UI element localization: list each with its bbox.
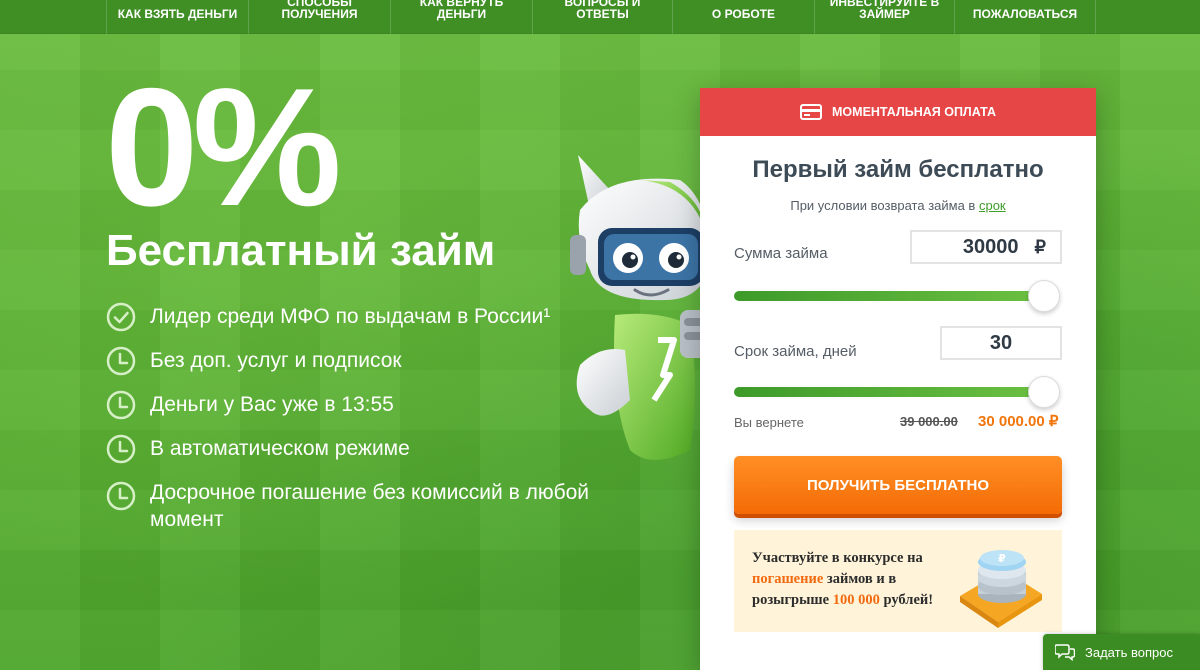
card-header-label: МОМЕНТАЛЬНАЯ ОПЛАТА [832, 105, 996, 119]
card-header: МОМЕНТАЛЬНАЯ ОПЛАТА [700, 88, 1096, 136]
clock-icon [106, 434, 136, 464]
feature-text: Деньги у Вас уже в 13:55 [150, 393, 394, 416]
loan-calculator-card: МОМЕНТАЛЬНАЯ ОПЛАТА Первый займ бесплатн… [700, 88, 1096, 670]
amount-slider-track[interactable] [734, 291, 1044, 301]
nav-item-about-robot[interactable]: О РОБОТЕ [672, 0, 814, 34]
amount-slider-handle[interactable] [1028, 280, 1060, 312]
subtitle-text: При условии возврата займа в [790, 198, 976, 213]
promo-highlight: 100 000 [832, 592, 880, 608]
amount-input[interactable]: 30000 ₽ [910, 230, 1062, 264]
top-navigation: КАК ВЗЯТЬ ДЕНЬГИ СПОСОБЫ ПОЛУЧЕНИЯ КАК В… [0, 0, 1200, 34]
amount-label: Сумма займа [734, 245, 828, 262]
promo-line: рублей! [879, 592, 934, 608]
nav-item-how-to-get-money[interactable]: КАК ВЗЯТЬ ДЕНЬГИ [106, 0, 248, 34]
promo-line: розыгрыше [752, 592, 833, 608]
feature-item: Без доп. услуг и подписок [106, 346, 626, 376]
currency-sign: ₽ [1034, 236, 1046, 257]
nav-item-faq[interactable]: ВОПРОСЫ И ОТВЕТЫ [532, 0, 672, 34]
feature-item: Деньги у Вас уже в 13:55 [106, 390, 626, 420]
return-old-amount: 39 000.00 [900, 414, 958, 429]
get-free-loan-button[interactable]: ПОЛУЧИТЬ БЕСПЛАТНО [734, 456, 1062, 514]
return-label: Вы вернете [734, 415, 804, 430]
term-slider-handle[interactable] [1028, 376, 1060, 408]
chat-bubbles-icon [1055, 644, 1075, 661]
promo-banner[interactable]: Участвуйте в конкурсе на погашение займо… [734, 530, 1062, 632]
feature-text: Без доп. услуг и подписок [150, 349, 402, 372]
term-value: 30 [989, 331, 1013, 354]
feature-text: Досрочное погашение без комиссий в любой… [150, 481, 590, 531]
svg-text:₽: ₽ [998, 552, 1006, 565]
hero-percent: 0% [105, 53, 342, 241]
ask-question-button[interactable]: Задать вопрос [1043, 634, 1200, 670]
check-circle-icon [106, 302, 136, 332]
coins-stack-icon: ₽ [960, 550, 1042, 628]
feature-item: Лидер среди МФО по выдачам в России¹ [106, 302, 626, 332]
return-new-amount: 30 000.00 ₽ [978, 413, 1059, 430]
feature-item: Досрочное погашение без комиссий в любой… [106, 479, 626, 533]
promo-line: Участвуйте в конкурсе на [752, 550, 923, 566]
nav-item-receiving-methods[interactable]: СПОСОБЫ ПОЛУЧЕНИЯ [248, 0, 390, 34]
feature-item: В автоматическом режиме [106, 434, 626, 464]
amount-value: 30000 [962, 235, 1019, 258]
promo-highlight: погашение [752, 571, 824, 587]
robot-mascot-image [570, 155, 710, 460]
ask-question-label: Задать вопрос [1085, 644, 1173, 660]
term-label: Срок займа, дней [734, 343, 857, 360]
nav-item-how-to-return-money[interactable]: КАК ВЕРНУТЬ ДЕНЬГИ [390, 0, 532, 34]
clock-icon [106, 346, 136, 376]
hero-title: Бесплатный займ [106, 226, 496, 275]
feature-text: В автоматическом режиме [150, 437, 410, 460]
card-subtitle: При условии возврата займа в срок [700, 198, 1096, 213]
card-title: Первый займ бесплатно [752, 156, 1044, 183]
clock-icon [106, 390, 136, 420]
nav-item-invest[interactable]: ИНВЕСТИРУЙТЕ В ЗАЙМЕР [814, 0, 954, 34]
nav-divider [1095, 0, 1096, 34]
nav-item-complain[interactable]: ПОЖАЛОВАТЬСЯ [954, 0, 1095, 34]
promo-line: займов и в [823, 571, 897, 587]
term-input[interactable]: 30 [940, 326, 1062, 360]
term-link[interactable]: срок [979, 198, 1006, 213]
feature-text: Лидер среди МФО по выдачам в России¹ [150, 305, 551, 328]
clock-icon [106, 481, 136, 511]
feature-list: Лидер среди МФО по выдачам в России¹ Без… [106, 302, 626, 548]
credit-card-icon [800, 104, 823, 120]
term-slider-track[interactable] [734, 387, 1044, 397]
promo-text: Участвуйте в конкурсе на погашение займо… [752, 548, 952, 611]
